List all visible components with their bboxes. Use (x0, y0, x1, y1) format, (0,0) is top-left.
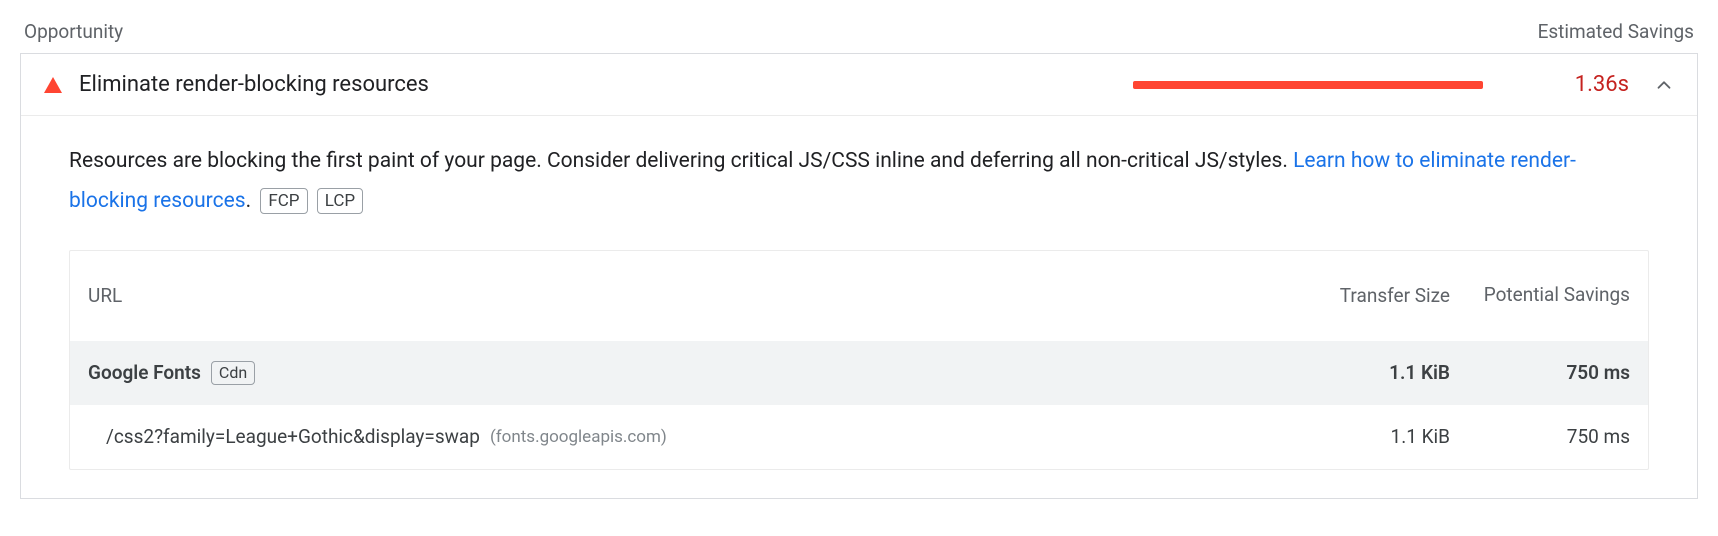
opportunity-title: Eliminate render-blocking resources (79, 72, 429, 97)
resource-host: (fonts.googleapis.com) (490, 427, 667, 447)
header-transfer-size: Transfer Size (1270, 284, 1450, 307)
resource-potential-savings: 750 ms (1450, 425, 1630, 448)
resource-transfer-size: 1.1 KiB (1270, 425, 1450, 448)
metric-badge-lcp: LCP (317, 188, 363, 214)
chevron-up-icon (1653, 74, 1675, 96)
savings-heading: Estimated Savings (1538, 20, 1694, 43)
category-potential-savings: 750 ms (1450, 361, 1630, 384)
resource-path: /css2?family=League+Gothic&display=swap (88, 425, 480, 448)
opportunity-details: Resources are blocking the first paint o… (21, 116, 1697, 498)
table-header-row: URL Transfer Size Potential Savings (70, 251, 1648, 341)
metric-badge-fcp: FCP (260, 188, 307, 214)
table-category-row: Google Fonts Cdn 1.1 KiB 750 ms (70, 341, 1648, 405)
category-transfer-size: 1.1 KiB (1270, 361, 1450, 384)
opportunity-heading: Opportunity (24, 20, 123, 43)
header-url: URL (88, 284, 1270, 307)
description-period: . (246, 189, 252, 213)
savings-value: 1.36s (1529, 72, 1629, 97)
table-row: /css2?family=League+Gothic&display=swap … (70, 405, 1648, 469)
savings-bar (1133, 81, 1483, 89)
opportunity-panel: Eliminate render-blocking resources 1.36… (20, 53, 1698, 499)
category-cell: Google Fonts Cdn (88, 361, 1270, 385)
resources-table: URL Transfer Size Potential Savings Goog… (69, 250, 1649, 470)
category-tag: Cdn (211, 361, 255, 385)
category-name: Google Fonts (88, 361, 201, 384)
column-headers: Opportunity Estimated Savings (20, 20, 1698, 53)
header-potential-savings: Potential Savings (1450, 282, 1630, 309)
opportunity-summary-row[interactable]: Eliminate render-blocking resources 1.36… (21, 54, 1697, 116)
description-text: Resources are blocking the first paint o… (69, 149, 1293, 173)
resource-url-cell: /css2?family=League+Gothic&display=swap … (88, 425, 1270, 448)
fail-triangle-icon (43, 75, 63, 95)
opportunity-description: Resources are blocking the first paint o… (69, 142, 1649, 222)
